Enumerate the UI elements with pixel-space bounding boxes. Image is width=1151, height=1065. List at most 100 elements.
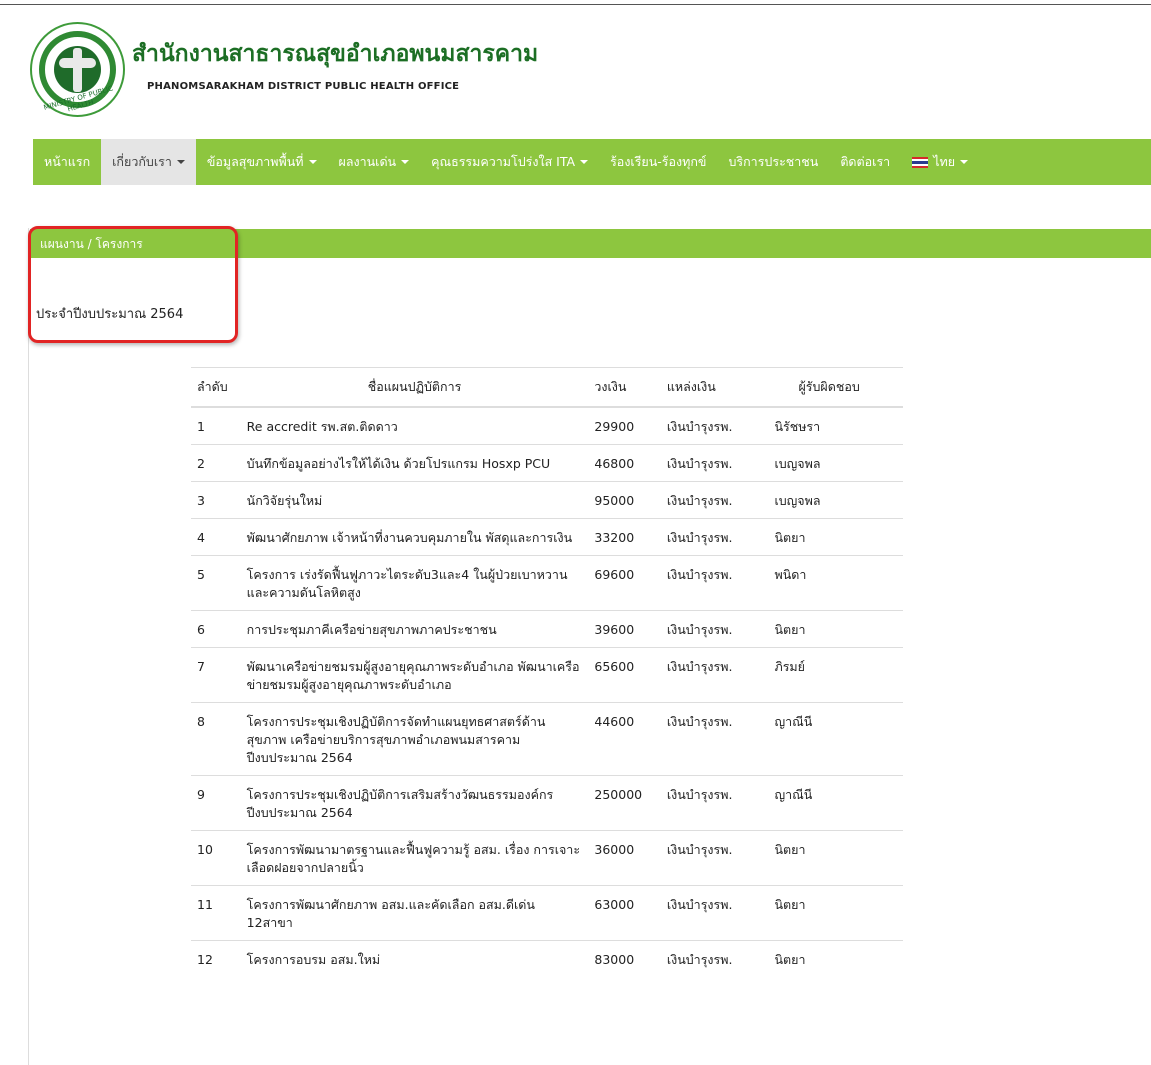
cell-owner: นิตยา [768, 940, 903, 977]
plan-table: ลำดับ ชื่อแผนปฏิบัติการ วงเงิน แหล่งเงิน… [191, 367, 903, 977]
table-row: 8 โครงการประชุมเชิงปฏิบัติการจัดทำแผนยุทธ… [191, 702, 903, 776]
cell-amount: 83000 [588, 940, 661, 977]
cell-amount: 29900 [588, 406, 661, 445]
cell-no: 9 [191, 775, 241, 831]
table-body: 1 Re accredit รพ.สต.ติดดาว 29900 เงินบำรุงร… [191, 406, 903, 977]
cell-no: 8 [191, 702, 241, 776]
cell-source: เงินบำรุงรพ. [660, 830, 769, 886]
cell-owner: เบญจพล [768, 481, 903, 519]
logo-staff [73, 48, 82, 92]
nav-item-5[interactable]: ร้องเรียน-ร้องทุกข์ [599, 139, 717, 185]
cell-source: เงินบำรุงรพ. [660, 555, 769, 611]
nav-item-label: บริการประชาชน [728, 154, 819, 169]
cell-source: เงินบำรุงรพ. [660, 406, 769, 445]
caret-down-icon [176, 160, 185, 164]
table-row: 2 บันทึกข้อมูลอย่างไรให้ได้เงิน ด้วยโปรแก… [191, 444, 903, 482]
cell-owner: นิตยา [768, 518, 903, 556]
header-owner: ผู้รับผิดชอบ [768, 367, 903, 408]
nav-item-7[interactable]: ติดต่อเรา [829, 139, 901, 185]
table-row: 7 พัฒนาเครือข่ายชมรมผู้สูงอายุคุณภาพระดับ… [191, 647, 903, 703]
nav-item-label: คุณธรรมความโปร่งใส ITA [431, 154, 576, 169]
cell-no: 1 [191, 406, 241, 445]
table-row: 9 โครงการประชุมเชิงปฏิบัติการเสริมสร้างวั… [191, 775, 903, 831]
cell-no: 4 [191, 518, 241, 556]
cell-name: บันทึกข้อมูลอย่างไรให้ได้เงิน ด้วยโปรแกร… [240, 444, 589, 482]
nav-item-0[interactable]: หน้าแรก [33, 139, 101, 185]
cell-source: เงินบำรุงรพ. [660, 518, 769, 556]
nav-item-4[interactable]: คุณธรรมความโปร่งใส ITA [420, 139, 599, 185]
cell-name: โครงการพัฒนามาตรฐานและฟื้นฟูความรู้ อสม.… [240, 830, 589, 886]
cell-source: เงินบำรุงรพ. [660, 481, 769, 519]
main-nav: หน้าแรก เกี่ยวกับเรา ข้อมูลสุขภาพพื้นที่ ผล… [33, 139, 1151, 185]
cell-owner: นิตยา [768, 610, 903, 648]
cell-owner: ภิรมย์ [768, 647, 903, 703]
cell-name: นักวิจัยรุ่นใหม่ [240, 481, 589, 519]
highlight-annotation-box [28, 226, 238, 343]
table-row: 3 นักวิจัยรุ่นใหม่ 95000 เงินบำรุงรพ. เบญจพล [191, 481, 903, 519]
cell-name: โครงการประชุมเชิงปฏิบัติการจัดทำแผนยุทธศ… [240, 702, 589, 776]
ministry-logo-icon[interactable]: MINISTRY OF PUBLIC HEALTH [30, 22, 125, 117]
cell-no: 5 [191, 555, 241, 611]
cell-name: การประชุมภาคีเครือข่ายสุขภาพภาคประชาชน [240, 610, 589, 648]
cell-source: เงินบำรุงรพ. [660, 647, 769, 703]
cell-amount: 69600 [588, 555, 661, 611]
cell-amount: 36000 [588, 830, 661, 886]
site-title-english: PHANOMSARAKHAM DISTRICT PUBLIC HEALTH OF… [147, 81, 460, 92]
table-row: 1 Re accredit รพ.สต.ติดดาว 29900 เงินบำรุงร… [191, 406, 903, 445]
cell-no: 6 [191, 610, 241, 648]
cell-source: เงินบำรุงรพ. [660, 610, 769, 648]
cell-name: พัฒนาเครือข่ายชมรมผู้สูงอายุคุณภาพระดับอ… [240, 647, 589, 703]
site-header: MINISTRY OF PUBLIC HEALTH สำนักงานสาธารณ… [30, 22, 730, 122]
cell-amount: 46800 [588, 444, 661, 482]
cell-source: เงินบำรุงรพ. [660, 885, 769, 941]
content-left-border [28, 228, 29, 1065]
nav-list: หน้าแรก เกี่ยวกับเรา ข้อมูลสุขภาพพื้นที่ ผล… [33, 139, 1151, 185]
cell-name: Re accredit รพ.สต.ติดดาว [240, 406, 589, 445]
cell-no: 10 [191, 830, 241, 886]
site-title-thai[interactable]: สำนักงานสาธารณสุขอำเภอพนมสารคาม [132, 36, 538, 72]
cell-owner: ญาณีนี [768, 775, 903, 831]
nav-item-label: เกี่ยวกับเรา [112, 154, 172, 169]
cell-owner: ญาณีนี [768, 702, 903, 776]
table-row: 10 โครงการพัฒนามาตรฐานและฟื้นฟูความรู้ อส… [191, 830, 903, 886]
nav-item-3[interactable]: ผลงานเด่น [328, 139, 421, 185]
header-no: ลำดับ [191, 367, 241, 408]
cell-amount: 33200 [588, 518, 661, 556]
table-row: 12 โครงการอบรม อสม.ใหม่ 83000 เงินบำรุงรพ. น… [191, 940, 903, 977]
table-row: 11 โครงการพัฒนาศักยภาพ อสม.และคัดเลือก อส… [191, 885, 903, 941]
caret-down-icon [960, 160, 969, 164]
cell-name: โครงการพัฒนาศักยภาพ อสม.และคัดเลือก อสม.… [240, 885, 589, 941]
cell-name: โครงการอบรม อสม.ใหม่ [240, 940, 589, 977]
header-plan-name: ชื่อแผนปฏิบัติการ [240, 367, 589, 408]
cell-amount: 44600 [588, 702, 661, 776]
cell-amount: 39600 [588, 610, 661, 648]
header-amount: วงเงิน [588, 367, 661, 408]
cell-source: เงินบำรุงรพ. [660, 775, 769, 831]
cell-amount: 63000 [588, 885, 661, 941]
nav-item-label: ข้อมูลสุขภาพพื้นที่ [206, 154, 304, 169]
cell-name: พัฒนาศักยภาพ เจ้าหน้าที่งานควบคุมภายใน พ… [240, 518, 589, 556]
cell-no: 12 [191, 940, 241, 977]
cell-no: 2 [191, 444, 241, 482]
cell-no: 11 [191, 885, 241, 941]
nav-item-8[interactable]: ไทย [901, 139, 979, 185]
cell-amount: 250000 [588, 775, 661, 831]
nav-item-label: ร้องเรียน-ร้องทุกข์ [610, 154, 707, 169]
cell-owner: นิตยา [768, 830, 903, 886]
cell-no: 7 [191, 647, 241, 703]
thai-flag-icon [912, 156, 929, 168]
table-row: 6 การประชุมภาคีเครือข่ายสุขภาพภาคประชาชน 3… [191, 610, 903, 648]
table-row: 4 พัฒนาศักยภาพ เจ้าหน้าที่งานควบคุมภายใน … [191, 518, 903, 556]
cell-source: เงินบำรุงรพ. [660, 702, 769, 776]
nav-item-label: หน้าแรก [44, 154, 91, 169]
logo-wings [59, 58, 96, 68]
cell-owner: เบญจพล [768, 444, 903, 482]
cell-source: เงินบำรุงรพ. [660, 444, 769, 482]
nav-item-6[interactable]: บริการประชาชน [717, 139, 829, 185]
cell-no: 3 [191, 481, 241, 519]
nav-item-1[interactable]: เกี่ยวกับเรา [101, 139, 196, 185]
caret-down-icon [401, 160, 410, 164]
cell-source: เงินบำรุงรพ. [660, 940, 769, 977]
cell-owner: นิรัชษรา [768, 406, 903, 445]
nav-item-2[interactable]: ข้อมูลสุขภาพพื้นที่ [196, 139, 328, 185]
